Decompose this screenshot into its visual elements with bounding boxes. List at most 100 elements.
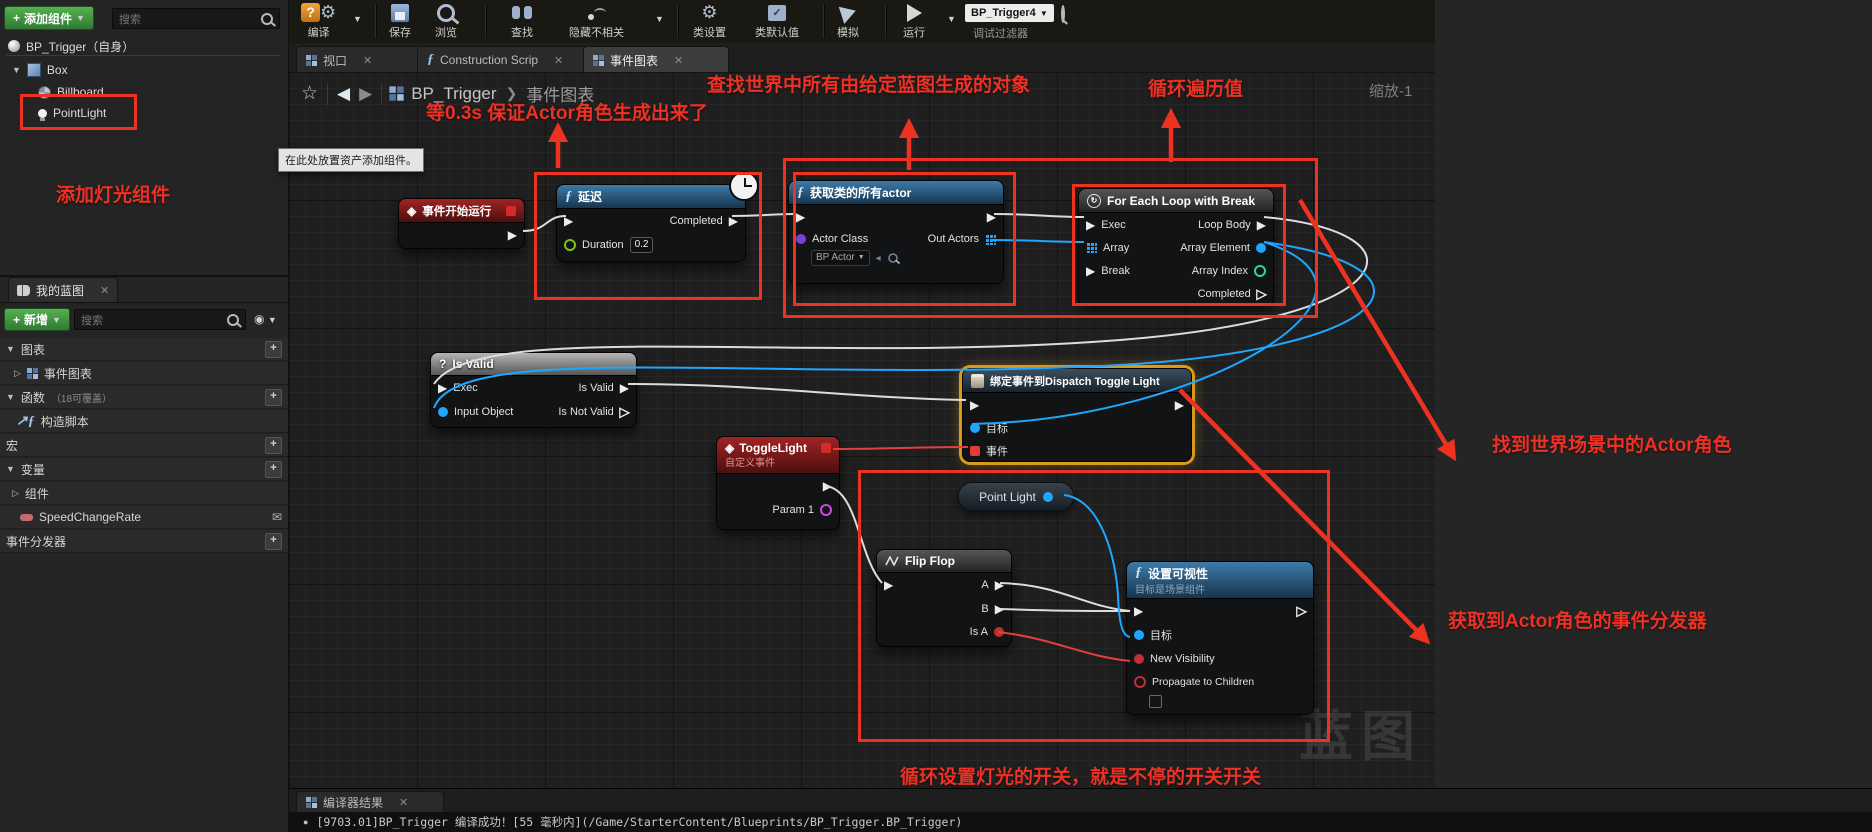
exec-out-hollow-pin[interactable]: ▶ <box>620 406 629 418</box>
add-variable-button[interactable]: + <box>265 461 282 478</box>
class-defaults-button[interactable]: ✓ 类默认值 <box>755 2 799 40</box>
exec-out-pin-a[interactable]: ▶ <box>995 579 1004 591</box>
close-icon[interactable]: ✕ <box>363 54 372 67</box>
play-options-caret[interactable]: ▼ <box>947 14 956 24</box>
my-blueprint-tab[interactable]: 我的蓝图 ✕ <box>8 277 118 303</box>
use-selected-icon[interactable]: ◂ <box>876 253 881 264</box>
exec-in-pin[interactable]: ▶ <box>1086 219 1095 231</box>
simulate-button[interactable]: 模拟 <box>837 2 859 40</box>
component-item-box[interactable]: ▼ Box <box>12 60 68 80</box>
node-get-all-actors-of-class[interactable]: ƒ 获取类的所有actor ▶ ▶ Actor Class Out Actors… <box>788 180 1004 284</box>
close-icon[interactable]: ✕ <box>399 796 408 809</box>
close-icon[interactable]: ✕ <box>100 284 109 297</box>
object-pin[interactable] <box>438 407 448 417</box>
component-search-input[interactable]: 搜索 <box>112 8 280 29</box>
exec-out-pin[interactable]: ▶ <box>987 211 996 223</box>
node-set-visibility[interactable]: ƒ 设置可视性 目标是场景组件 ▶ ▶ 目标 New Visibility Pr… <box>1126 561 1314 715</box>
compiler-results-tab[interactable]: 编译器结果 ✕ <box>296 791 444 813</box>
bool-pin[interactable] <box>994 627 1004 637</box>
event-graph-canvas[interactable]: ☆ ◀ ▶ BP_Trigger ❯ 事件图表 缩放-1 蓝图 ◈ 事件开始运行… <box>289 72 1435 788</box>
hide-unrelated-caret[interactable]: ▼ <box>655 14 664 24</box>
node-point-light-getter[interactable]: Point Light <box>958 482 1074 511</box>
break-exec-pin[interactable]: ▶ <box>1086 265 1095 277</box>
close-icon[interactable]: ✕ <box>554 54 563 67</box>
exec-out-pin[interactable]: ▶ <box>508 229 517 241</box>
exec-in-pin[interactable]: ▶ <box>884 579 893 591</box>
bookmark-star-icon[interactable]: ☆ <box>301 82 318 105</box>
node-flip-flop[interactable]: Flip Flop ▶ A ▶ B ▶ Is A <box>876 549 1012 647</box>
back-arrow-icon[interactable]: ◀ <box>337 84 350 104</box>
int-pin[interactable] <box>1254 265 1266 277</box>
target-pin[interactable] <box>1134 630 1144 640</box>
save-button[interactable]: 保存 <box>389 2 411 40</box>
hide-unrelated-button[interactable]: 隐藏不相关 <box>569 2 624 40</box>
my-blueprint-search-input[interactable]: 搜索 <box>74 309 246 330</box>
section-event-dispatchers[interactable]: 事件分发器 + <box>0 530 288 553</box>
section-graphs[interactable]: ▼ 图表 + <box>0 338 288 361</box>
debug-search-icon[interactable] <box>1061 7 1065 21</box>
exec-out-hollow-pin[interactable]: ▶ <box>1257 288 1266 300</box>
node-event-beginplay[interactable]: ◈ 事件开始运行 ▶ <box>398 198 525 249</box>
add-dispatcher-button[interactable]: + <box>265 533 282 550</box>
section-functions[interactable]: ▼ 函数 （18可覆盖） + <box>0 386 288 409</box>
delegate-pin[interactable] <box>506 206 516 216</box>
compile-button[interactable]: ?⚙ 编译 <box>301 2 336 40</box>
node-bind-event-dispatch-toggle-light[interactable]: 绑定事件到Dispatch Toggle Light ▶ ▶ 目标 事件 <box>962 368 1192 462</box>
exec-out-pin[interactable]: ▶ <box>729 215 738 227</box>
component-root-item[interactable]: BP_Trigger（自身） <box>8 36 134 56</box>
find-button[interactable]: 查找 <box>511 2 533 40</box>
exec-in-pin[interactable]: ▶ <box>1134 605 1143 617</box>
object-pin[interactable] <box>1256 243 1266 253</box>
node-is-valid[interactable]: ? Is Valid ▶ Exec Is Valid ▶ Input Objec… <box>430 352 637 428</box>
add-component-button[interactable]: + 添加组件 ▼ <box>4 6 94 30</box>
tab-viewport[interactable]: 视口 ✕ <box>296 46 424 73</box>
new-button[interactable]: + 新增 ▼ <box>4 308 70 331</box>
delegate-pin[interactable] <box>821 443 831 453</box>
target-pin[interactable] <box>970 423 980 433</box>
tab-construction-script[interactable]: ƒ Construction Scrip ✕ <box>417 46 589 73</box>
propagate-checkbox[interactable] <box>1149 695 1162 708</box>
float-pin[interactable] <box>564 239 576 251</box>
node-foreach-loop-with-break[interactable]: ↻ For Each Loop with Break ▶ Exec Loop B… <box>1078 188 1274 306</box>
browse-button[interactable]: 浏览 <box>435 2 457 40</box>
component-item-pointlight[interactable]: PointLight <box>38 103 106 123</box>
duration-value-input[interactable]: 0.2 <box>630 237 654 253</box>
filter-eye-button[interactable]: ◉ ▼ <box>254 312 277 326</box>
delegate-pin[interactable] <box>970 446 980 456</box>
class-select-dropdown[interactable]: BP Actor ▼ <box>811 250 870 266</box>
add-graph-button[interactable]: + <box>265 341 282 358</box>
category-components[interactable]: ▷ 组件 <box>0 482 288 505</box>
node-togglelight-custom-event[interactable]: ◈ ToggleLight 自定义事件 ▶ Param 1 <box>716 436 840 530</box>
object-out-pin[interactable] <box>1043 492 1053 502</box>
exec-in-pin[interactable]: ▶ <box>564 215 573 227</box>
exec-in-pin[interactable]: ▶ <box>970 399 979 411</box>
compiler-log-row[interactable]: ● [9703.01]BP_Trigger 编译成功！[55 毫秒内](/Gam… <box>289 812 1872 832</box>
browse-asset-icon[interactable] <box>888 253 898 263</box>
array-pin[interactable] <box>1086 242 1097 253</box>
exec-in-pin[interactable]: ▶ <box>796 211 805 223</box>
add-macro-button[interactable]: + <box>265 437 282 454</box>
exec-out-pin-b[interactable]: ▶ <box>995 603 1004 615</box>
wildcard-pin[interactable] <box>820 504 832 516</box>
section-macros[interactable]: 宏 + <box>0 434 288 457</box>
exec-out-pin[interactable]: ▶ <box>620 382 629 394</box>
visibility-icon[interactable]: ✉ <box>272 510 282 524</box>
node-delay[interactable]: ƒ 延迟 ▶ Completed ▶ Duration 0.2 <box>556 184 746 262</box>
exec-out-pin[interactable]: ▶ <box>1257 219 1266 231</box>
exec-in-pin[interactable]: ▶ <box>438 382 447 394</box>
debug-object-dropdown[interactable]: BP_Trigger4 ▼ <box>965 4 1054 22</box>
add-function-button[interactable]: + <box>265 389 282 406</box>
array-pin[interactable] <box>985 234 996 245</box>
exec-out-pin[interactable]: ▶ <box>1175 399 1184 411</box>
class-settings-button[interactable]: ⚙ 类设置 <box>693 2 726 40</box>
compile-options-caret[interactable]: ▼ <box>353 14 362 24</box>
item-construction-script[interactable]: ↗ƒ 构造脚本 <box>0 410 288 433</box>
forward-arrow-icon[interactable]: ▶ <box>359 84 372 104</box>
play-button[interactable]: 运行 <box>903 2 925 40</box>
tab-event-graph[interactable]: 事件图表 ✕ <box>583 46 729 73</box>
section-variables[interactable]: ▼ 变量 + <box>0 458 288 481</box>
exec-out-pin[interactable]: ▶ <box>823 480 832 492</box>
variable-speedchangerate[interactable]: SpeedChangeRate ✉ <box>0 506 288 529</box>
bool-pin-new-visibility[interactable] <box>1134 654 1144 664</box>
item-event-graph[interactable]: ▷ 事件图表 <box>0 362 288 385</box>
